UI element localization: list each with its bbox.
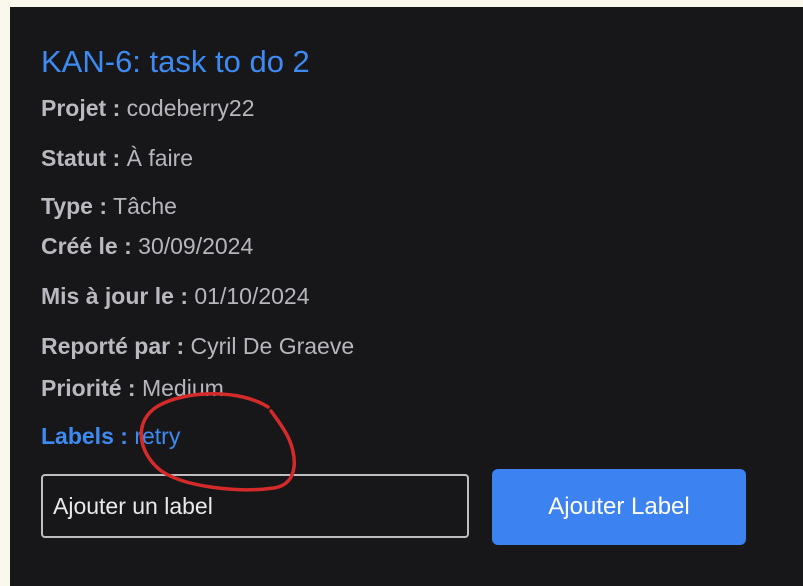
field-priority-key: Priorité : bbox=[41, 375, 136, 401]
field-priority-value: Medium bbox=[141, 375, 224, 401]
add-label-input[interactable] bbox=[41, 474, 469, 538]
field-project: Projet : codeberry22 bbox=[41, 93, 254, 123]
field-type: Type : Tâche bbox=[41, 191, 177, 221]
field-priority: Priorité : Medium bbox=[41, 373, 224, 403]
field-created: Créé le : 30/09/2024 bbox=[41, 231, 253, 261]
label-chip-retry[interactable]: retry bbox=[134, 423, 180, 449]
field-reporter-value: Cyril De Graeve bbox=[190, 333, 355, 359]
field-updated: Mis à jour le : 01/10/2024 bbox=[41, 281, 310, 311]
issue-title[interactable]: KAN-6: task to do 2 bbox=[41, 43, 310, 81]
field-created-key: Créé le : bbox=[41, 233, 132, 259]
field-labels: Labels : retry bbox=[41, 421, 180, 451]
field-project-value: codeberry22 bbox=[126, 95, 255, 121]
field-updated-key: Mis à jour le : bbox=[41, 283, 188, 309]
field-status-key: Statut : bbox=[41, 145, 121, 171]
issue-card: KAN-6: task to do 2 Projet : codeberry22… bbox=[10, 7, 803, 586]
field-updated-value: 01/10/2024 bbox=[194, 283, 310, 309]
add-label-button[interactable]: Ajouter Label bbox=[492, 469, 746, 545]
field-type-value: Tâche bbox=[113, 193, 177, 219]
field-project-key: Projet : bbox=[41, 95, 121, 121]
field-created-value: 30/09/2024 bbox=[138, 233, 254, 259]
field-labels-key: Labels : bbox=[41, 423, 128, 449]
field-reporter-key: Reporté par : bbox=[41, 333, 185, 359]
field-status-value: À faire bbox=[126, 145, 194, 171]
field-status: Statut : À faire bbox=[41, 143, 193, 173]
field-type-key: Type : bbox=[41, 193, 108, 219]
field-reporter: Reporté par : Cyril De Graeve bbox=[41, 331, 354, 361]
